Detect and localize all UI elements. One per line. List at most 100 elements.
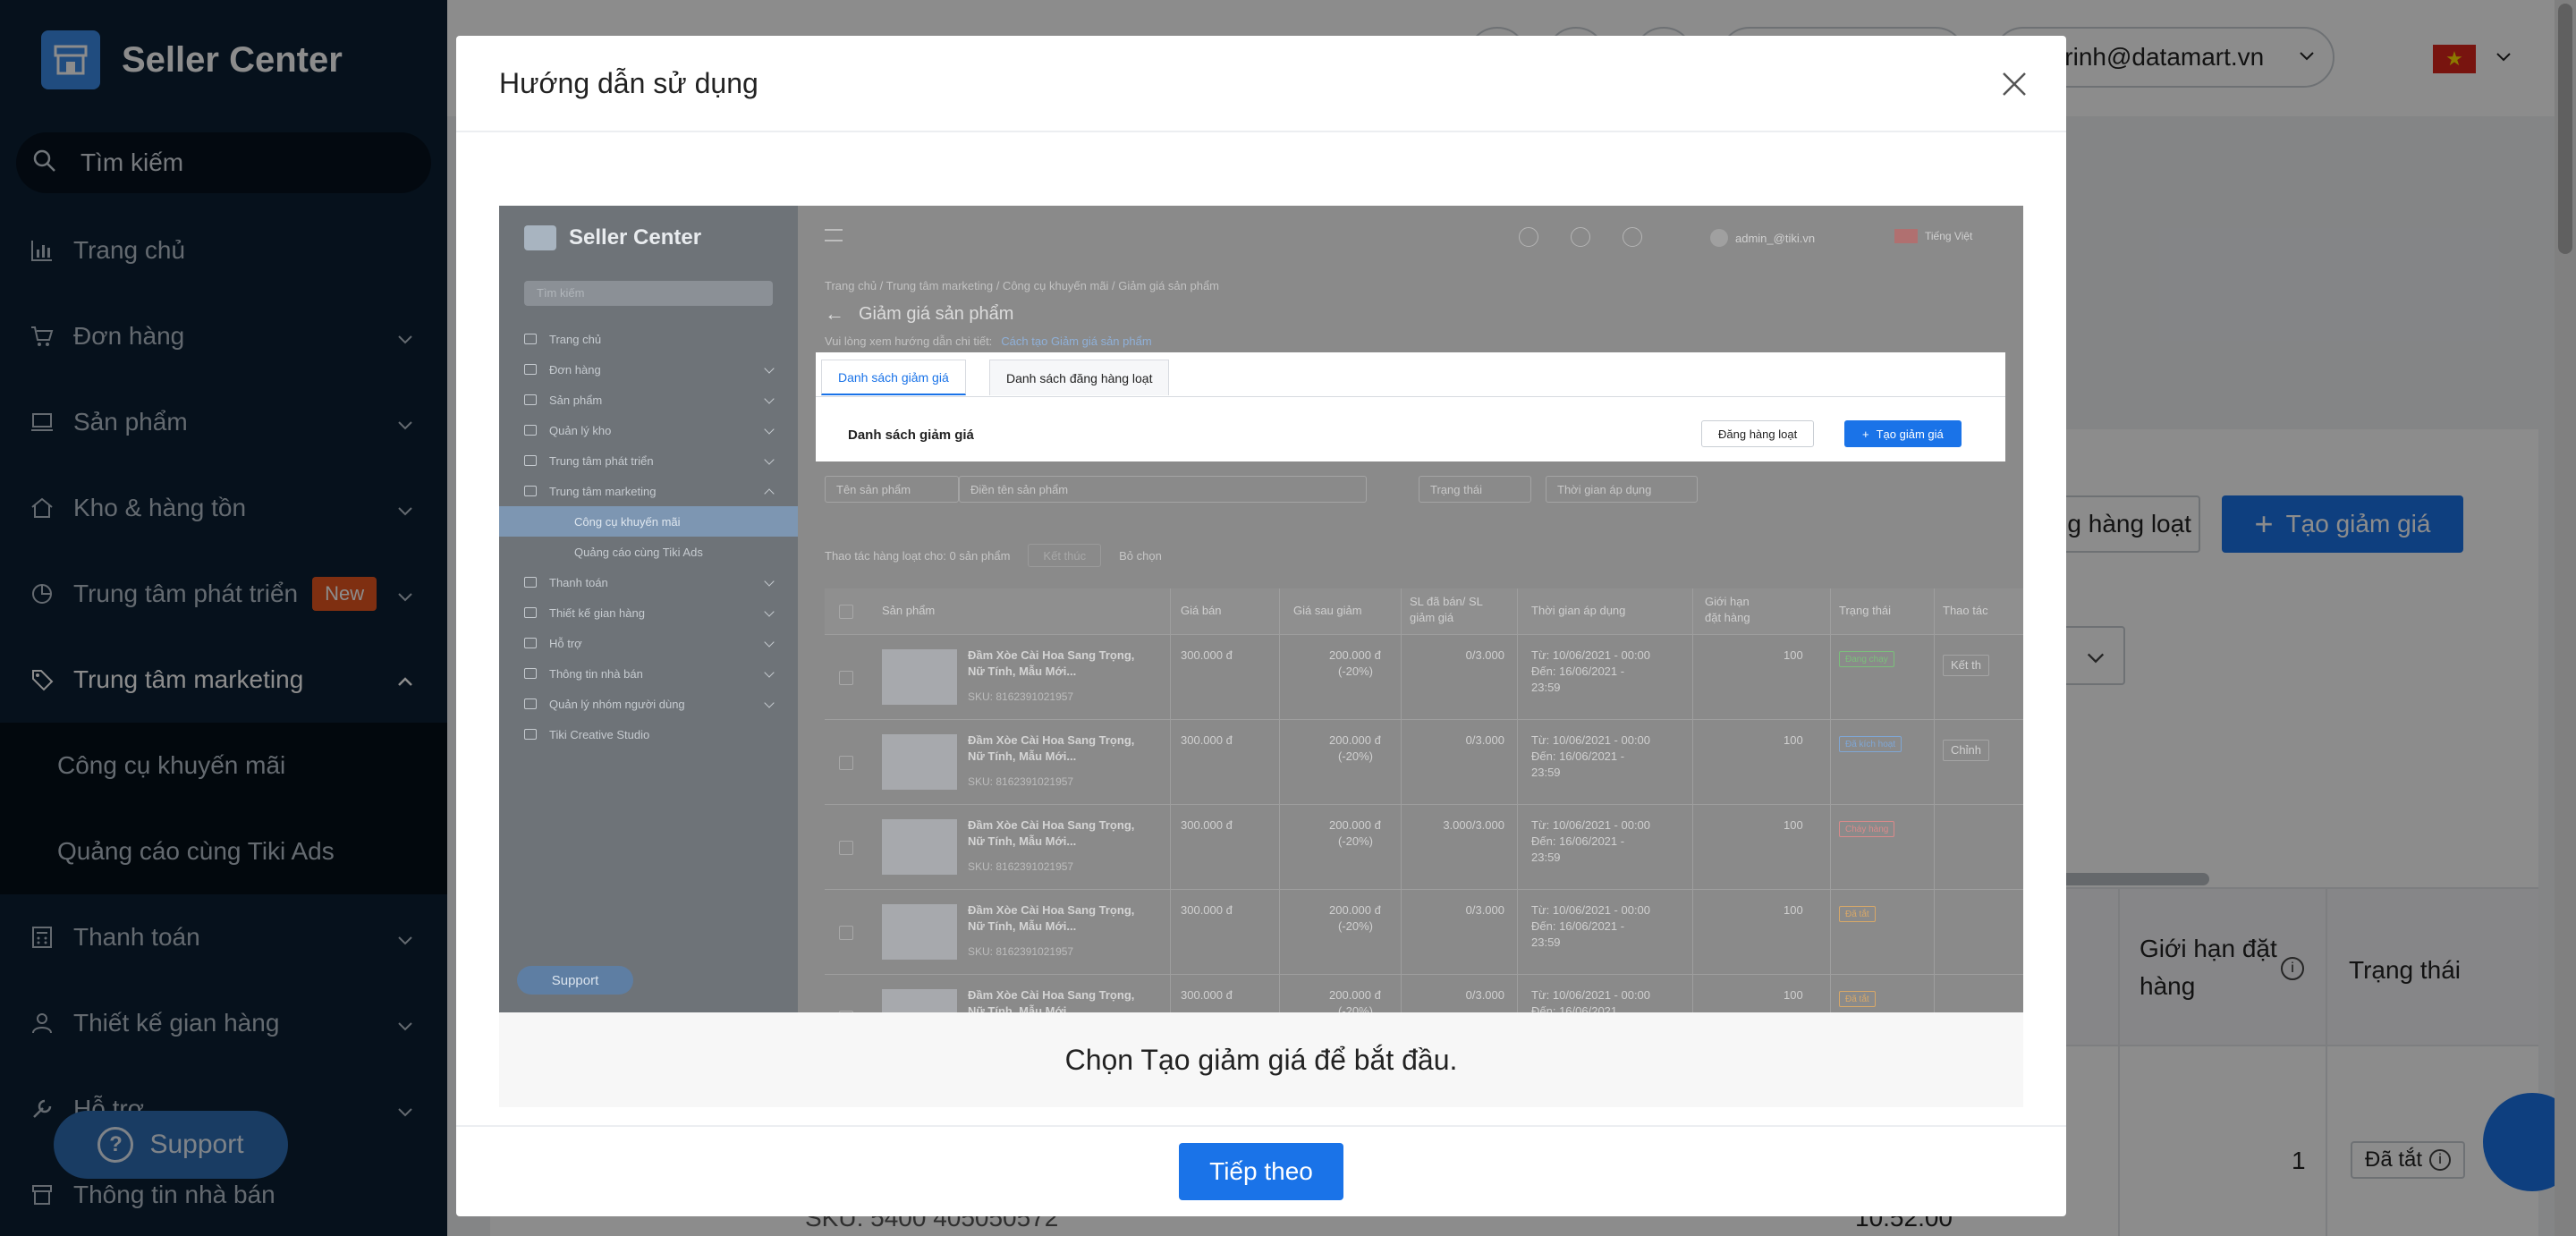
menu-toggle-icon <box>825 229 843 241</box>
time-to: Đến: 16/06/2021 - <box>1531 834 1625 848</box>
tutorial-main: admin_@tiki.vn Tiếng Việt Trang chủ / Tr… <box>798 206 2023 1012</box>
checkbox <box>839 756 853 770</box>
tutorial-filter-time: Thời gian áp dụng <box>1546 476 1698 503</box>
chevron-down-icon <box>764 454 775 465</box>
tutorial-table-row: Đầm Xòe Cài Hoa Sang Trọng, Nữ Tính, Mẫu… <box>825 890 2023 975</box>
time-to: Đến: 16/06/2021 - <box>1531 665 1625 678</box>
order-limit: 100 <box>1784 733 1803 747</box>
tutorial-tab-discount-list: Danh sách giảm giá <box>821 360 966 395</box>
sold-quantity: 0/3.000 <box>1465 903 1504 917</box>
tutorial-tabbar: Danh sách giảm giá Danh sách đăng hàng l… <box>816 352 2005 397</box>
menu-icon <box>524 455 537 466</box>
menu-icon <box>524 668 537 679</box>
product-thumbnail <box>882 989 957 1012</box>
tutorial-caption: Chọn Tạo giảm giá để bắt đầu. <box>499 1012 2023 1107</box>
tutorial-bulk-button: Đăng hàng loạt <box>1701 420 1815 447</box>
tutorial-menu-item: Trung tâm marketing <box>524 476 798 506</box>
plus-icon: + <box>1862 427 1869 441</box>
status-badge: Đang chạy <box>1839 651 1894 667</box>
discount-percent: (-20%) <box>1338 665 1374 678</box>
column-divider <box>1517 588 1518 1012</box>
modal-body: Seller Center Tìm kiếm Trang chủ Đơn hàn… <box>499 206 2023 1107</box>
sale-price: 200.000 đ <box>1329 988 1381 1002</box>
chevron-down-icon <box>764 667 775 678</box>
tutorial-col: SL đã bán/ SL giảm giá <box>1410 595 1483 624</box>
tutorial-menu-item: Quản lý nhóm người dùng <box>524 689 798 719</box>
tutorial-hint: Vui lòng xem hướng dẫn chi tiết: Cách tạo… <box>825 334 1152 348</box>
time-from: Từ: 10/06/2021 - 00:00 <box>1531 818 1651 832</box>
discount-percent: (-20%) <box>1338 919 1374 933</box>
tutorial-support-button: Support <box>517 966 633 995</box>
tutorial-search: Tìm kiếm <box>524 281 773 306</box>
tutorial-language: Tiếng Việt <box>1894 229 1972 243</box>
bell-icon <box>1623 227 1642 247</box>
tutorial-clear-button: Bỏ chọn <box>1119 548 1162 563</box>
checkbox <box>839 671 853 685</box>
order-limit: 100 <box>1784 648 1803 662</box>
tutorial-highlight-area: Danh sách giảm giá Danh sách đăng hàng l… <box>816 352 2005 461</box>
tutorial-modal: Hướng dẫn sử dụng Seller Center Tìm kiếm… <box>456 36 2066 1216</box>
tutorial-tab-bulk-list: Danh sách đăng hàng loạt <box>989 360 1170 395</box>
column-divider <box>1401 588 1402 1012</box>
product-thumbnail <box>882 904 957 960</box>
tutorial-admin: admin_@tiki.vn <box>1710 229 1815 247</box>
tutorial-topbar: admin_@tiki.vn Tiếng Việt <box>798 206 2023 265</box>
tutorial-filter-product: Tên sản phẩm <box>825 476 959 503</box>
column-divider <box>1692 588 1693 1012</box>
tutorial-col: Giá sau giảm <box>1293 604 1362 617</box>
sold-quantity: 0/3.000 <box>1465 733 1504 747</box>
sold-quantity: 3.000/3.000 <box>1443 818 1504 832</box>
menu-icon <box>524 577 537 588</box>
price: 300.000 đ <box>1181 648 1233 662</box>
tutorial-breadcrumb: Trang chủ / Trung tâm marketing / Công c… <box>825 279 1220 292</box>
store-logo-icon <box>524 225 556 250</box>
order-limit: 100 <box>1784 988 1803 1002</box>
tutorial-table-row: Đầm Xòe Cài Hoa Sang Trọng, Nữ Tính, Mẫu… <box>825 805 2023 890</box>
time-from: Từ: 10/06/2021 - 00:00 <box>1531 648 1651 662</box>
checkbox <box>839 926 853 940</box>
chevron-down-icon <box>764 698 775 708</box>
discount-percent: (-20%) <box>1338 1004 1374 1012</box>
status-badge: Đã kích hoạt <box>1839 736 1902 752</box>
sold-quantity: 0/3.000 <box>1465 988 1504 1002</box>
chevron-down-icon <box>764 637 775 648</box>
chevron-down-icon <box>764 576 775 587</box>
time-from: Từ: 10/06/2021 - 00:00 <box>1531 903 1651 917</box>
sold-quantity: 0/3.000 <box>1465 648 1504 662</box>
chevron-up-icon <box>764 488 775 499</box>
close-icon[interactable] <box>1998 68 2030 100</box>
sale-price: 200.000 đ <box>1329 733 1381 747</box>
tutorial-col: Sản phẩm <box>882 604 936 617</box>
tutorial-menu-item: Tiki Creative Studio <box>524 719 798 749</box>
product-name: Đầm Xòe Cài Hoa Sang Trọng, Nữ Tính, Mẫu… <box>968 903 1135 933</box>
tutorial-menu-item: Quản lý kho <box>524 415 798 445</box>
chevron-down-icon <box>764 424 775 435</box>
tutorial-table-row: Đầm Xòe Cài Hoa Sang Trọng, Nữ Tính, Mẫu… <box>825 720 2023 805</box>
product-name: Đầm Xòe Cài Hoa Sang Trọng, Nữ Tính, Mẫu… <box>968 733 1135 763</box>
time-to-tail: 23:59 <box>1531 935 1561 949</box>
tutorial-menu-item: Trang chủ <box>524 324 798 354</box>
price: 300.000 đ <box>1181 733 1233 747</box>
tutorial-create-button: + Tạo giảm giá <box>1844 420 1962 447</box>
next-button[interactable]: Tiếp theo <box>1179 1143 1343 1200</box>
tutorial-table-row: Đầm Xòe Cài Hoa Sang Trọng, Nữ Tính, Mẫu… <box>825 635 2023 720</box>
menu-icon <box>524 607 537 618</box>
modal-header: Hướng dẫn sử dụng <box>456 36 2066 132</box>
tutorial-col: Thời gian áp dụng <box>1531 604 1626 617</box>
tutorial-bulk-actions: Thao tác hàng loạt cho: 0 sản phẩm Kết t… <box>825 544 1162 567</box>
chevron-down-icon <box>764 394 775 404</box>
menu-icon <box>524 425 537 436</box>
time-from: Từ: 10/06/2021 - 00:00 <box>1531 733 1651 747</box>
tutorial-brand: Seller Center <box>524 225 701 250</box>
checkbox <box>839 841 853 855</box>
time-from: Từ: 10/06/2021 - 00:00 <box>1531 988 1651 1002</box>
tutorial-end-button: Kết thúc <box>1028 544 1102 567</box>
column-divider <box>1279 588 1280 1012</box>
chat-icon <box>1519 227 1538 247</box>
menu-icon <box>524 638 537 648</box>
tag-icon <box>524 486 537 496</box>
chevron-down-icon <box>764 363 775 374</box>
tutorial-list-title: Danh sách giảm giá <box>848 428 974 443</box>
modal-title: Hướng dẫn sử dụng <box>499 66 758 99</box>
tutorial-filter-status: Trạng thái <box>1419 476 1531 503</box>
